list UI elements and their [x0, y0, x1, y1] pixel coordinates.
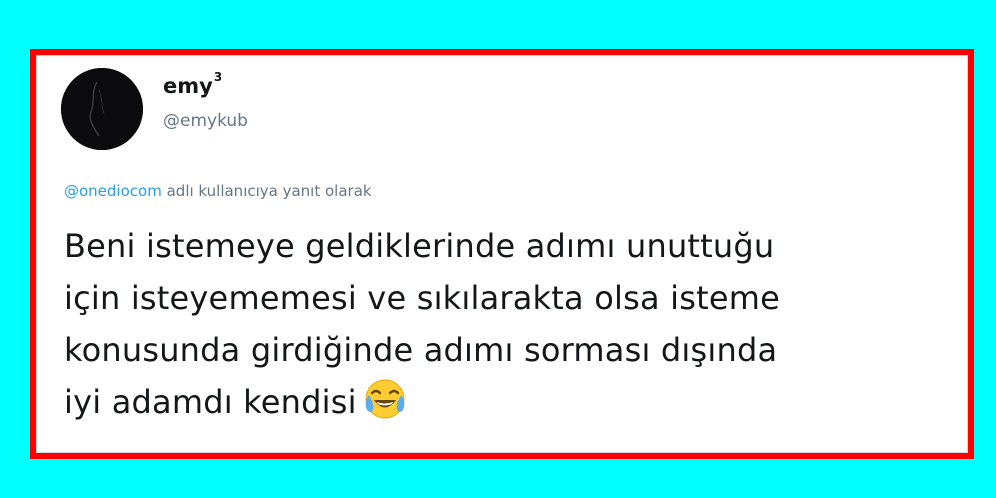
- user-handle[interactable]: @emykub: [163, 111, 248, 131]
- avatar-silhouette-icon: [61, 68, 143, 150]
- face-with-tears-of-joy-icon: [363, 377, 407, 436]
- tweet-text: Beni istemeye geldiklerinde adımı unuttu…: [64, 220, 954, 436]
- tweet-text-line-last: iyi adamdı kendisi: [64, 376, 954, 436]
- display-name-superscript: 3: [213, 70, 223, 84]
- reply-mention-link[interactable]: @onediocom: [64, 182, 162, 200]
- tweet-text-line: iyi adamdı kendisi: [64, 383, 357, 421]
- reply-context-label: adlı kullanıcıya yanıt olarak: [166, 182, 372, 200]
- avatar[interactable]: [61, 68, 143, 150]
- display-name[interactable]: emy3: [163, 70, 222, 98]
- reply-context: @onediocom adlı kullanıcıya yanıt olarak: [64, 182, 372, 200]
- tweet-text-line: konusunda girdiğinde adımı sorması dışın…: [64, 331, 778, 369]
- tweet-card: emy3 @emykub @onediocom adlı kullanıcıya…: [36, 55, 968, 453]
- red-frame: emy3 @emykub @onediocom adlı kullanıcıya…: [30, 49, 974, 459]
- tweet-text-line: Beni istemeye geldiklerinde adımı unuttu…: [64, 227, 775, 265]
- tweet-text-line: için isteyememesi ve sıkılarakta olsa is…: [64, 279, 780, 317]
